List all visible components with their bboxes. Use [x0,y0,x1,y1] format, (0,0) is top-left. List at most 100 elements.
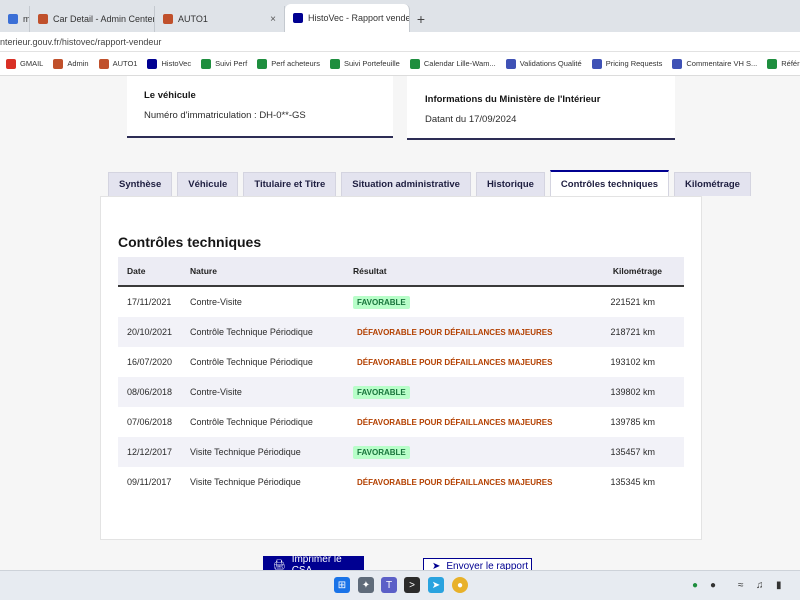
cell-km: 139802 km [610,387,655,397]
browser-tab-label: HistoVec - Rapport vendeur [308,13,410,23]
bookmark-item[interactable]: Suivi Perf [197,58,251,69]
bookmark-item[interactable]: Perf acheteurs [253,58,324,69]
cell-date: 16/07/2020 [127,357,173,367]
bookmarks-bar: GMAIL Admin AUTO1 HistoVec Suivi Perf Perf ac… [0,52,800,76]
browser-tab[interactable]: m× [0,6,30,32]
cell-result: FAVORABLE [353,385,593,399]
bookmark-item[interactable]: HistoVec [143,58,195,69]
tab-kilometrage[interactable]: Kilométrage [674,172,751,196]
header-date: Date [127,266,146,276]
bookmark-item[interactable]: Pricing Requests [588,58,667,69]
registration-number: Numéro d'immatriculation : DH-0**-GS [144,110,306,121]
cell-km: 218721 km [610,327,655,337]
cell-km: 135345 km [610,477,655,487]
bookmark-label: AUTO1 [112,59,138,68]
cell-result: FAVORABLE [353,295,593,309]
tab-titulaire-et-titre[interactable]: Titulaire et Titre [243,172,337,196]
battery-icon[interactable]: ▮ [776,580,782,591]
form-icon [591,58,602,69]
print-button-label: Imprimer le CSA [291,554,342,570]
ministry-card: Informations du Ministère de l'Intérieur… [407,76,675,140]
send-report-button[interactable]: ➤ Envoyer le rapport [423,558,532,570]
url-text[interactable]: nterieur.gouv.fr/histovec/rapport-vendeu… [0,37,161,47]
wifi-icon[interactable]: ≈ [738,580,744,591]
close-tab-icon[interactable]: × [262,14,276,25]
bookmark-item[interactable]: GMAIL [2,58,47,69]
network-icon[interactable]: ● [692,580,698,591]
cell-date: 12/12/2017 [127,447,173,457]
bookmark-label: HistoVec [161,59,192,68]
cell-nature: Contre-Visite [190,297,242,307]
gmail-icon [6,58,16,69]
result-badge: FAVORABLE [353,295,410,309]
cell-result: FAVORABLE [353,445,593,459]
bookmark-item[interactable]: Référentiel_VIN [763,58,800,69]
bookmark-item[interactable]: Admin [49,58,92,69]
bookmark-item[interactable]: Commentaire VH S... [668,58,761,69]
vehicle-card-title: Le véhicule [144,90,196,101]
browser-tab[interactable]: HistoVec - Rapport vendeur× [285,4,410,32]
address-bar[interactable]: nterieur.gouv.fr/histovec/rapport-vendeu… [0,32,800,52]
teams-icon[interactable]: T [381,577,397,593]
header-nature: Nature [190,266,217,276]
chrome-icon[interactable]: ● [452,577,468,593]
result-badge: DÉFAVORABLE POUR DÉFAILLANCES MAJEURES [357,477,553,487]
send-icon: ➤ [432,560,441,571]
bookmark-label: GMAIL [20,59,44,68]
cell-result: DÉFAVORABLE POUR DÉFAILLANCES MAJEURES [353,476,593,489]
bluetooth-icon[interactable]: ● [710,580,716,591]
telegram-icon[interactable]: ➤ [428,577,444,593]
table-row: 09/11/2017 Visite Technique Périodique DÉF… [118,467,684,497]
cell-date: 17/11/2021 [127,297,172,307]
cell-km: 193102 km [610,357,655,367]
bookmark-label: Référentiel_VIN [781,59,800,68]
new-tab-button[interactable]: + [410,6,432,32]
volume-icon[interactable]: ♫ [756,580,764,591]
table-body: 17/11/2021 Contre-Visite FAVORABLE 221521 k… [118,287,684,497]
bookmark-label: Pricing Requests [605,59,663,68]
cell-result: DÉFAVORABLE POUR DÉFAILLANCES MAJEURES [353,326,593,339]
tab-controles-techniques[interactable]: Contrôles techniques [549,170,670,196]
browser-tab[interactable]: AUTO1 × [155,6,285,32]
bookmark-item[interactable]: AUTO1 [95,58,142,69]
cell-km: 221521 km [610,297,655,307]
table-row: 16/07/2020 Contrôle Technique Périodique D… [118,347,684,377]
section-title: Contrôles techniques [118,234,262,250]
bookmark-item[interactable]: Suivi Portefeuille [326,58,404,69]
table-header: Date Nature Résultat Kilométrage [118,257,684,287]
bookmark-label: Commentaire VH S... [686,59,758,68]
form-icon [672,58,683,69]
tab-historique[interactable]: Historique [475,172,545,196]
french-flag-icon [293,13,303,23]
tab-situation-administrative[interactable]: Situation administrative [341,172,471,196]
tab-synthese[interactable]: Synthèse [108,172,173,196]
auto1-icon [163,14,173,24]
table-row: 12/12/2017 Visite Technique Périodique FAV… [118,437,684,467]
bookmark-label: Suivi Perf [215,59,248,68]
ministry-date: Datant du 17/09/2024 [425,114,517,125]
cell-date: 07/06/2018 [127,417,173,427]
report-tabs: Synthèse Véhicule Titulaire et Titre Situat… [108,170,751,196]
browser-tab-label: m [23,14,30,24]
bookmark-item[interactable]: Validations Qualité [502,58,586,69]
sheets-icon [409,58,420,69]
cell-km: 135457 km [610,447,655,457]
auto1-icon [98,58,109,69]
bookmark-label: Calendar Lille-Wam... [423,59,496,68]
technical-controls-panel: Contrôles techniques Date Nature Résulta… [100,196,702,540]
tab-vehicule[interactable]: Véhicule [177,172,239,196]
print-icon: 🖨 [273,559,286,571]
table-row: 08/06/2018 Contre-Visite FAVORABLE 139802 k… [118,377,684,407]
sheets-icon [257,58,268,69]
windows-start-icon[interactable]: ⊞ [334,577,350,593]
print-button[interactable]: 🖨 Imprimer le CSA [263,554,364,571]
snip-icon[interactable]: ✦ [358,577,374,593]
browser-tab-label: AUTO1 [178,14,208,24]
terminal-icon[interactable]: > [404,577,420,593]
cell-nature: Visite Technique Périodique [190,477,301,487]
browser-tab[interactable]: Car Detail - Admin Center× [30,6,155,32]
ministry-card-title: Informations du Ministère de l'Intérieur [425,94,601,105]
result-badge: DÉFAVORABLE POUR DÉFAILLANCES MAJEURES [357,327,553,337]
bookmark-item[interactable]: Calendar Lille-Wam... [406,58,500,69]
bookmark-label: Perf acheteurs [271,59,320,68]
